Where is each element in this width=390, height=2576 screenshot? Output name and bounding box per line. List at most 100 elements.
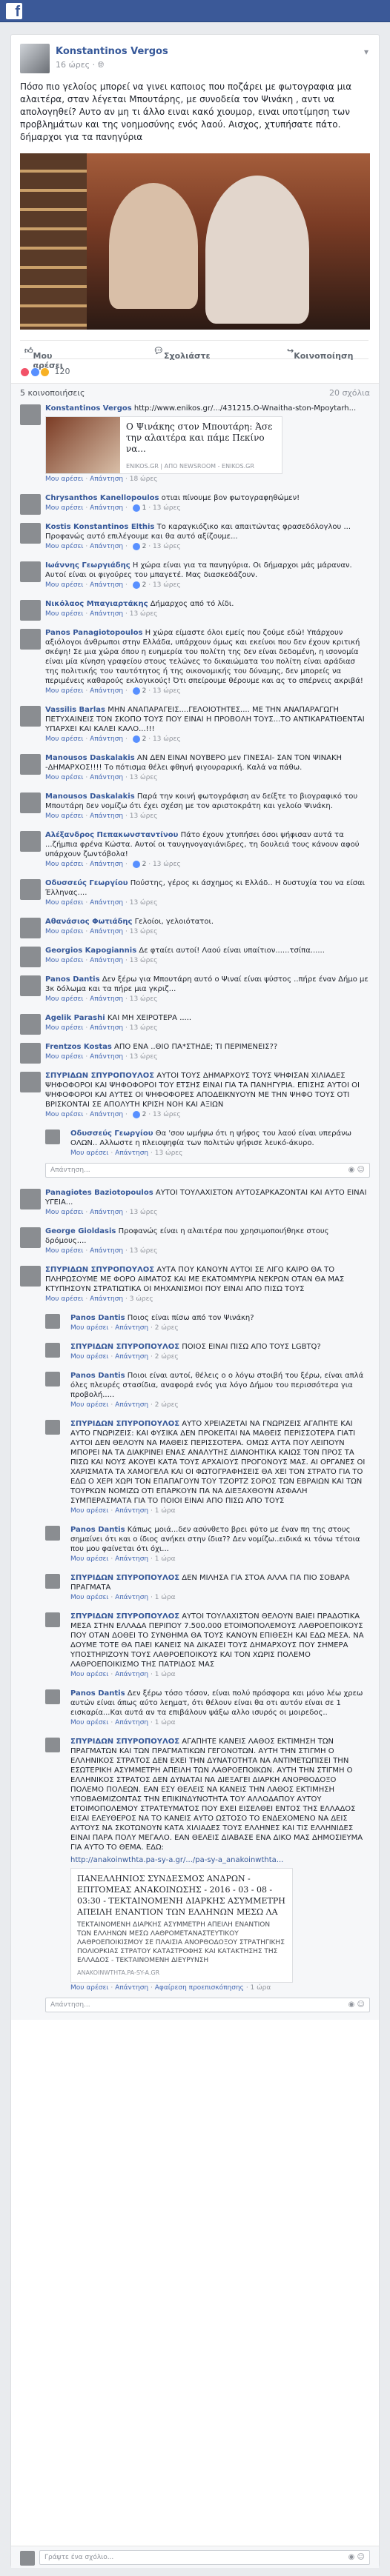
comment-time[interactable]: 13 ώρες xyxy=(130,1209,158,1216)
avatar[interactable] xyxy=(20,494,41,515)
comment-reply-link[interactable]: Απάντηση xyxy=(90,543,123,550)
avatar[interactable] xyxy=(45,1129,60,1144)
comment-likes[interactable]: 2 xyxy=(132,735,146,744)
comment-like-link[interactable]: Μου αρέσει xyxy=(45,928,83,935)
comment-like-link[interactable]: Μου αρέσει xyxy=(45,995,83,1003)
comment-author[interactable]: ΣΠΥΡΙΔΩΝ ΣΠΥΡΟΠΟΥΛΟΣ xyxy=(70,1738,179,1746)
avatar[interactable] xyxy=(20,831,41,852)
comment-like-link[interactable]: Μου αρέσει xyxy=(45,476,83,483)
comment-like-link[interactable]: Μου αρέσει xyxy=(70,1719,108,1726)
comment-reply-link[interactable]: Απάντηση xyxy=(115,1671,148,1678)
comment-like-link[interactable]: Μου αρέσει xyxy=(45,687,83,695)
reactions-summary[interactable]: 120 xyxy=(20,367,70,377)
remove-preview-link[interactable]: Αφαίρεση προεπισκόπησης xyxy=(155,1984,244,1992)
comment-like-link[interactable]: Μου αρέσει xyxy=(70,1555,108,1563)
comment-reply-link[interactable]: Απάντηση xyxy=(115,1984,148,1992)
facebook-logo-icon[interactable]: f xyxy=(6,3,22,20)
avatar[interactable] xyxy=(20,1189,41,1209)
comment-time[interactable]: 13 ώρες xyxy=(130,995,158,1003)
comment-like-link[interactable]: Μου αρέσει xyxy=(45,1053,83,1061)
comment-reply-link[interactable]: Απάντηση xyxy=(115,1149,148,1157)
link-preview[interactable]: ΠΑΝΕΛΛΗΝΙΟΣ ΣΥΝΔΕΣΜΟΣ ΑΝΔΡΩΝ - ΕΠΙΤΟΜΕΑΣ… xyxy=(70,1868,293,1983)
comment-like-link[interactable]: Μου αρέσει xyxy=(45,957,83,964)
avatar[interactable] xyxy=(45,1738,60,1752)
comment-likes[interactable]: 1 xyxy=(132,504,146,513)
reply-input[interactable]: Απάντηση... ◉ ☺ xyxy=(45,1998,370,2012)
comment-author[interactable]: Kostis Konstantinos Elthis xyxy=(45,523,154,531)
comment-likes[interactable]: 2 xyxy=(132,1110,146,1120)
comment-time[interactable]: 2 ώρες xyxy=(155,1324,179,1332)
comment-time[interactable]: 13 ώρες xyxy=(153,735,181,743)
comment-author[interactable]: ΣΠΥΡΙΔΩΝ ΣΠΥΡΟΠΟΥΛΟΣ xyxy=(70,1343,179,1351)
comment-time[interactable]: 1 ώρα xyxy=(155,1671,176,1678)
comment-like-link[interactable]: Μου αρέσει xyxy=(70,1353,108,1361)
comment-author[interactable]: Οδυσσεύς Γεωργίου xyxy=(70,1129,153,1138)
comment-time[interactable]: 13 ώρες xyxy=(153,687,181,695)
comment-reply-link[interactable]: Απάντηση xyxy=(90,1111,123,1118)
comment-like-link[interactable]: Μου αρέσει xyxy=(45,1209,83,1216)
comment-time[interactable]: 1 ώρα xyxy=(155,1555,176,1563)
share-button[interactable]: ↪ Κοινοποίηση xyxy=(287,346,353,361)
reply-input[interactable]: Απάντηση... ◉ ☺ xyxy=(45,1163,370,1178)
avatar[interactable] xyxy=(20,947,41,967)
avatar[interactable] xyxy=(20,706,41,727)
avatar[interactable] xyxy=(20,523,41,544)
comment-author[interactable]: Chrysanthos Kanellopoulos xyxy=(45,494,159,502)
comment-reply-link[interactable]: Απάντηση xyxy=(90,928,123,935)
comment-author[interactable]: Agelik Parashi xyxy=(45,1014,105,1022)
comment-reply-link[interactable]: Απάντηση xyxy=(115,1719,148,1726)
comment-time[interactable]: 1 ώρα xyxy=(251,1984,271,1992)
avatar[interactable] xyxy=(20,561,41,582)
avatar[interactable] xyxy=(45,1314,60,1329)
comment-author[interactable]: Vassilis Barlas xyxy=(45,706,105,714)
comment-author[interactable]: Αλέξανδρος Πεπακωνσταντίνου xyxy=(45,831,178,839)
comment-author[interactable]: Panos Dantis xyxy=(70,1689,125,1698)
comment-author[interactable]: George Gioldasis xyxy=(45,1227,116,1235)
avatar[interactable] xyxy=(20,1043,41,1064)
comment-like-link[interactable]: Μου αρέσει xyxy=(45,1247,83,1255)
comment-author[interactable]: Panos Dantis xyxy=(45,975,100,984)
comment-author[interactable]: Manousos Daskalakis xyxy=(45,793,135,801)
avatar[interactable] xyxy=(20,1266,41,1287)
comment-reply-link[interactable]: Απάντηση xyxy=(90,1024,123,1032)
avatar[interactable] xyxy=(45,1574,60,1589)
comment-likes[interactable]: 2 xyxy=(132,860,146,870)
comment-author[interactable]: Panos Dantis xyxy=(70,1314,125,1322)
avatar[interactable] xyxy=(20,918,41,938)
comment-time[interactable]: 13 ώρες xyxy=(155,1149,183,1157)
comment-author[interactable]: Georgios Kapogiannis xyxy=(45,947,136,955)
camera-icon[interactable]: ◉ ☺ xyxy=(348,2553,365,2561)
comment-like-link[interactable]: Μου αρέσει xyxy=(45,812,83,820)
comment-reply-link[interactable]: Απάντηση xyxy=(115,1507,148,1515)
comment-time[interactable]: 13 ώρες xyxy=(153,543,181,550)
comment-like-link[interactable]: Μου αρέσει xyxy=(45,1111,83,1118)
comment-time[interactable]: 13 ώρες xyxy=(130,610,158,618)
comment-author[interactable]: Manousos Daskalakis xyxy=(45,754,135,762)
comment-time[interactable]: 18 ώρες xyxy=(130,476,158,483)
link-preview[interactable]: Ο Ψινάκης στον Μπουτάρη: Άσε την αλαιτέρ… xyxy=(45,416,282,474)
avatar[interactable] xyxy=(20,793,41,813)
avatar[interactable] xyxy=(45,1689,60,1704)
comment-reply-link[interactable]: Απάντηση xyxy=(90,687,123,695)
comment-time[interactable]: 2 ώρες xyxy=(155,1401,179,1409)
avatar[interactable] xyxy=(20,754,41,775)
comment-reply-link[interactable]: Απάντηση xyxy=(115,1555,148,1563)
comment-reply-link[interactable]: Απάντηση xyxy=(115,1324,148,1332)
comment-time[interactable]: 2 ώρες xyxy=(155,1353,179,1361)
comment-like-link[interactable]: Μου αρέσει xyxy=(45,1024,83,1032)
comment-reply-link[interactable]: Απάντηση xyxy=(115,1594,148,1601)
chevron-down-icon[interactable]: ▾ xyxy=(364,47,368,57)
comment-reply-link[interactable]: Απάντηση xyxy=(90,610,123,618)
comment-button[interactable]: 💬︎ Σχολιάστε xyxy=(153,346,211,361)
link-url[interactable]: http://anakoinwthta.pa-sy-a.gr/.../pa-sy… xyxy=(70,1855,370,1865)
comment-time[interactable]: 13 ώρες xyxy=(130,957,158,964)
comment-like-link[interactable]: Μου αρέσει xyxy=(45,774,83,781)
comment-reply-link[interactable]: Απάντηση xyxy=(90,899,123,907)
comment-reply-link[interactable]: Απάντηση xyxy=(90,995,123,1003)
comment-input[interactable]: Γράψτε ένα σχόλιο... ◉ ☺ xyxy=(39,2550,370,2565)
avatar[interactable] xyxy=(20,44,50,73)
comment-time[interactable]: 1 ώρα xyxy=(155,1719,176,1726)
camera-icon[interactable]: ◉ ☺ xyxy=(348,1166,365,1174)
post-photo[interactable] xyxy=(20,153,370,330)
comment-author[interactable]: Νικόλαος Μπαγιαρτάκης xyxy=(45,600,148,608)
